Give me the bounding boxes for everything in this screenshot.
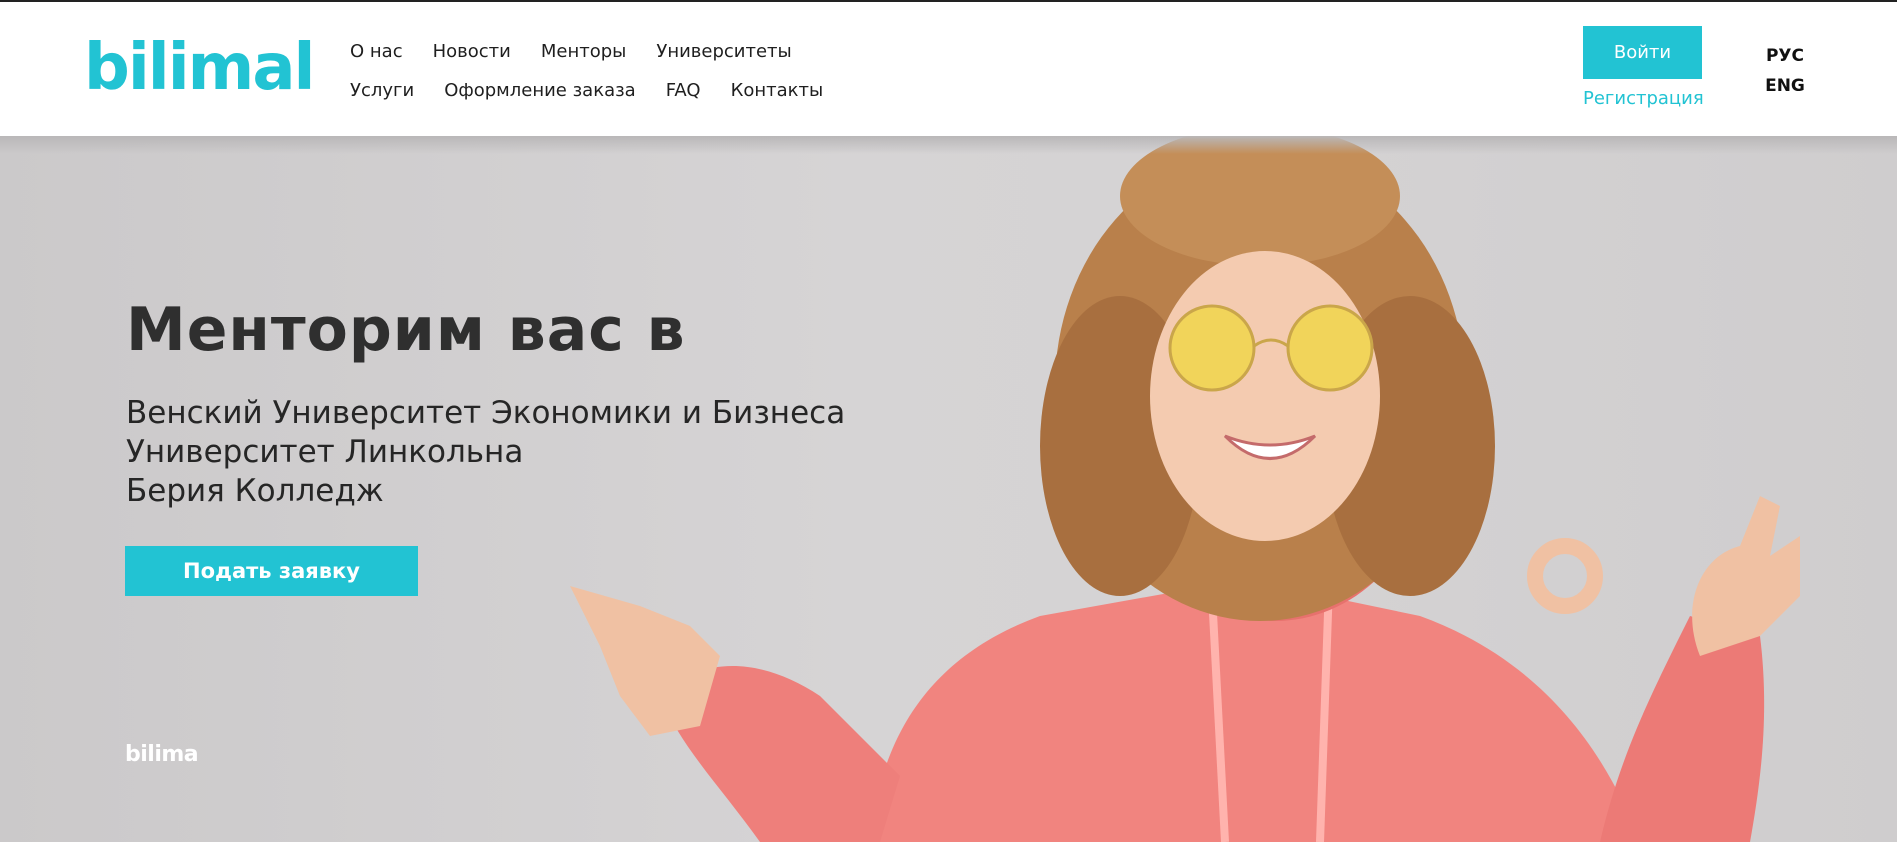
- language-ru[interactable]: РУС: [1755, 46, 1815, 66]
- watermark-logo: bilima: [125, 742, 199, 767]
- nav-link-services[interactable]: Услуги: [350, 79, 414, 103]
- hero-section: Менторим вас в Венский Университет Эконо…: [0, 136, 1897, 842]
- nav-link-about[interactable]: О нас: [350, 40, 403, 64]
- university-list: Венский Университет Экономики и Бизнеса …: [126, 394, 845, 511]
- site-header: bilimal О нас Новости Менторы Университе…: [0, 2, 1897, 136]
- nav-row-secondary: Услуги Оформление заказа FAQ Контакты: [350, 79, 823, 103]
- university-item: Венский Университет Экономики и Бизнеса: [126, 395, 846, 431]
- apply-button[interactable]: Подать заявку: [125, 546, 418, 596]
- hero-title: Менторим вас в: [126, 295, 686, 365]
- login-button[interactable]: Войти: [1583, 26, 1702, 79]
- nav-link-faq[interactable]: FAQ: [666, 79, 701, 103]
- nav-link-universities[interactable]: Университеты: [656, 40, 791, 64]
- nav-row-primary: О нас Новости Менторы Университеты: [350, 40, 792, 64]
- language-en[interactable]: ENG: [1755, 76, 1815, 96]
- header-shadow: [0, 136, 1897, 154]
- nav-link-order[interactable]: Оформление заказа: [444, 79, 636, 103]
- nav-link-news[interactable]: Новости: [433, 40, 511, 64]
- university-item: Берия Колледж: [126, 473, 384, 509]
- university-item: Университет Линкольна: [126, 434, 524, 470]
- nav-link-mentors[interactable]: Менторы: [541, 40, 627, 64]
- site-logo[interactable]: bilimal: [84, 28, 315, 108]
- register-link[interactable]: Регистрация: [1583, 88, 1704, 109]
- nav-link-contacts[interactable]: Контакты: [731, 79, 824, 103]
